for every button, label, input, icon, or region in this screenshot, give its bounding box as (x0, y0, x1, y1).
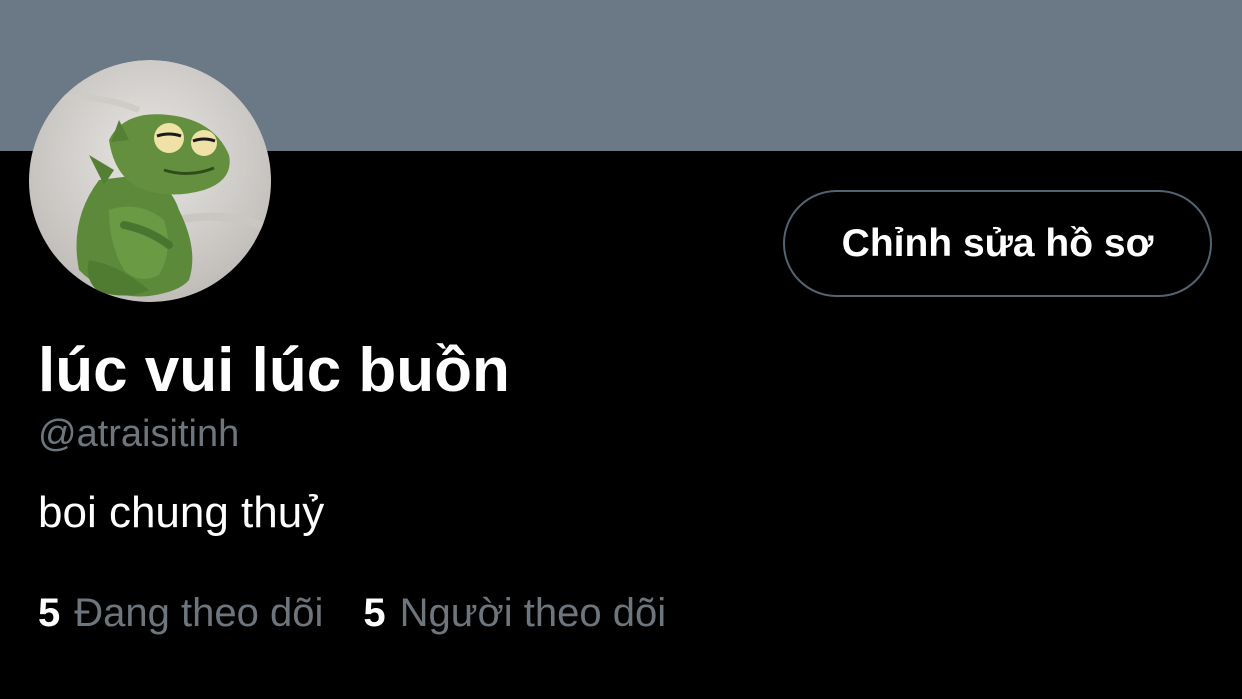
followers-link[interactable]: 5 Người theo dõi (363, 589, 666, 637)
edit-profile-button[interactable]: Chỉnh sửa hồ sơ (783, 190, 1212, 297)
following-count: 5 (38, 591, 61, 635)
avatar[interactable] (29, 60, 271, 302)
follow-stats: 5 Đang theo dõi 5 Người theo dõi (38, 589, 666, 637)
profile-page: Chỉnh sửa hồ sơ lúc vui lúc buồn @atrais… (0, 0, 1242, 699)
followers-count: 5 (363, 591, 386, 635)
profile-bio: boi chung thuỷ (38, 488, 325, 537)
following-link[interactable]: 5 Đang theo dõi (38, 589, 323, 637)
followers-label: Người theo dõi (399, 591, 667, 635)
display-name: lúc vui lúc buồn (38, 336, 510, 405)
username-handle: @atraisitinh (38, 413, 240, 455)
following-label: Đang theo dõi (74, 591, 324, 635)
frog-avatar-image (29, 60, 271, 302)
